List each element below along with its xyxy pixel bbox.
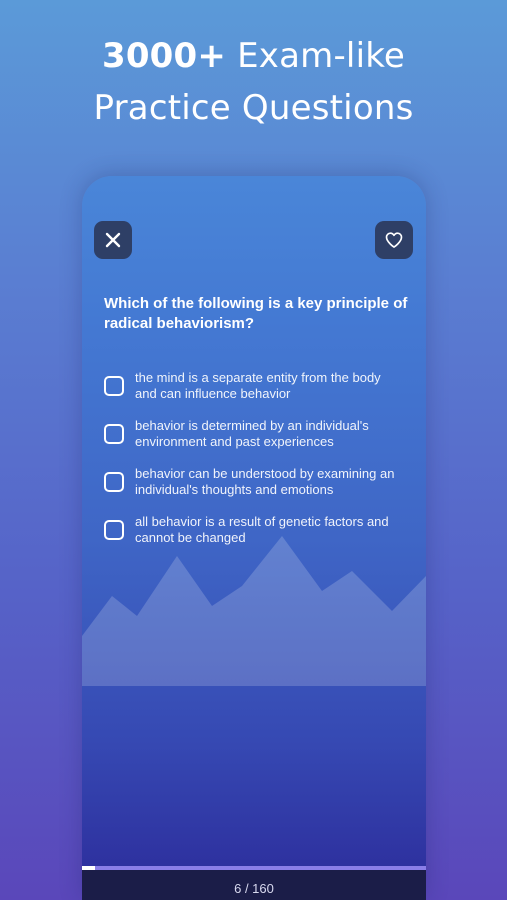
close-icon (105, 232, 121, 248)
answer-text: behavior can be understood by examining … (135, 466, 395, 497)
close-button[interactable] (94, 221, 132, 259)
answer-checkbox[interactable] (104, 376, 124, 396)
answer-checkbox[interactable] (104, 472, 124, 492)
progress-bar (82, 866, 426, 870)
answer-option[interactable]: behavior can be understood by examining … (104, 458, 404, 506)
favorite-button[interactable] (375, 221, 413, 259)
headline-rest: Exam-like (226, 36, 406, 76)
headline-count: 3000+ (101, 36, 227, 76)
answer-option[interactable]: all behavior is a result of genetic fact… (104, 506, 404, 554)
phone-screen: Which of the following is a key principl… (82, 176, 426, 900)
headline-line-2: Practice Questions (93, 88, 414, 128)
progress-bar-fill (82, 866, 95, 870)
question-text: Which of the following is a key principl… (104, 295, 408, 332)
answer-text: all behavior is a result of genetic fact… (135, 514, 389, 545)
answer-text: the mind is a separate entity from the b… (135, 370, 381, 401)
answer-checkbox[interactable] (104, 424, 124, 444)
progress-footer: 6 / 160 (82, 866, 426, 900)
answer-options: the mind is a separate entity from the b… (104, 362, 404, 554)
headline-line-1: 3000+ Exam-like (0, 30, 507, 82)
answer-option[interactable]: the mind is a separate entity from the b… (104, 362, 404, 410)
headline: 3000+ Exam-like Practice Questions (0, 30, 507, 134)
answer-option[interactable]: behavior is determined by an individual'… (104, 410, 404, 458)
answer-text: behavior is determined by an individual'… (135, 418, 369, 449)
question-counter: 6 / 160 (234, 881, 274, 896)
answer-checkbox[interactable] (104, 520, 124, 540)
heart-icon (385, 232, 403, 248)
